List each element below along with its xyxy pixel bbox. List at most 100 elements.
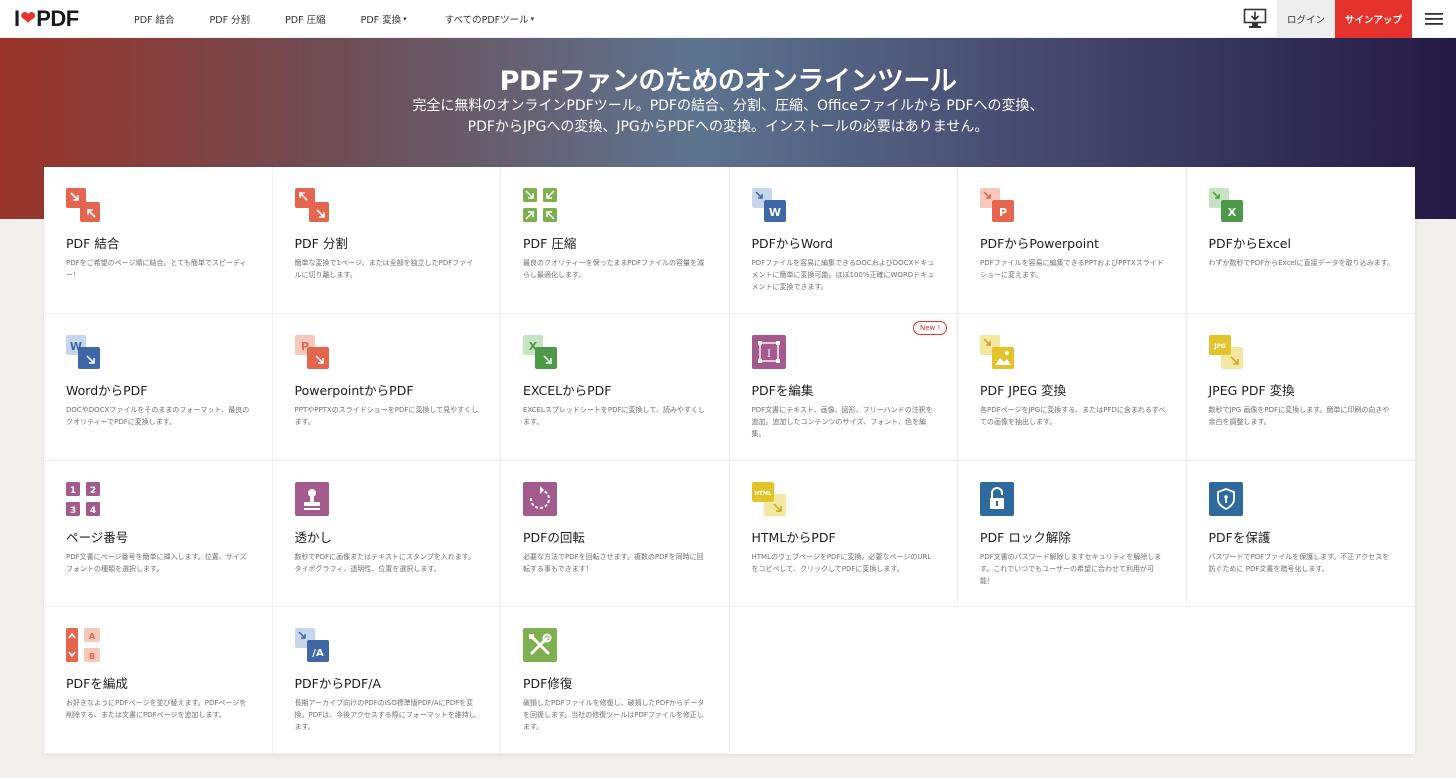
tool-description: PDF文書のパスワード解除しますセキュリティを解除します。これでいつでもユーザー… (980, 553, 1162, 585)
tool-card-unlock[interactable]: PDF ロック解除 PDF文書のパスワード解除しますセキュリティを解除します。こ… (958, 461, 1187, 607)
tool-title: JPEG PDF 変換 (1208, 383, 1295, 398)
tool-title: PDFを編成 (66, 676, 128, 691)
svg-text:P: P (999, 206, 1007, 219)
tool-card-split[interactable]: PDF 分割 簡単な変換で1ページ、または全部を独立したPDFファイルに切り離し… (272, 167, 501, 314)
tool-title: 透かし (294, 530, 333, 545)
rotate-icon (523, 482, 557, 516)
tool-card-pdf-to-excel[interactable]: X PDFからExcel わずか数秒でPDFからExcelに直接データを取り込み… (1186, 167, 1415, 314)
unlock-icon (980, 482, 1014, 516)
heart-icon: ❤ (20, 8, 36, 28)
tool-card-page-numbers[interactable]: 1 2 3 4 ページ番号 PDF文書にページ番号を簡単に挿入します。位置、サイズフォ… (44, 461, 273, 607)
split-icon (294, 188, 329, 222)
tool-description: 必要な方法でPDFを回転させます。複数のPDFを同時に回転する事もできます！ (523, 553, 704, 573)
tool-title: ページ番号 (66, 530, 129, 545)
caret-down-icon: ▾ (530, 14, 535, 23)
nav-split[interactable]: PDF 分割 (210, 0, 251, 38)
repair-icon (523, 628, 557, 662)
svg-text:/A: /A (312, 648, 324, 659)
hero-subtitle: 完全に無料のオンラインPDFツール。PDFの結合、分割、圧縮、Officeファイ… (412, 98, 1044, 135)
excel-to-pdf-icon: X (523, 335, 557, 369)
tool-card-watermark[interactable]: 透かし 数秒でPDFに画像またはテキストにスタンプを入れます。タイポグラフィ、透… (272, 461, 501, 607)
nav-all-tools-dropdown[interactable]: すべてのPDFツール ▾ (445, 0, 534, 38)
tool-card-compress[interactable]: PDF 圧縮 最良のクオリティーを保ったままPDFファイルの容量を減らし最適化し… (501, 167, 730, 314)
tool-title: EXCELからPDF (523, 383, 612, 398)
tool-title: PDFからPDF/A (294, 676, 381, 691)
tool-description: PDFファイルを容易に編集できるDOCおよびDOCXドキュメントに簡単に変換可能… (751, 259, 935, 291)
logo-letter: I (14, 5, 20, 31)
tool-description: パスワードでPDFファイルを保護します。不正アクセスを防ぐために PDF文書を暗… (1208, 553, 1390, 573)
tool-title: PDF JPEG 変換 (980, 383, 1067, 398)
tool-title: PDFの回転 (523, 530, 585, 545)
tool-title: PDFからExcel (1208, 236, 1291, 251)
tool-description: 破損したPDFファイルを修復し、破損したPDFからデータを回復します。当社の修復… (523, 699, 705, 731)
tool-description: DOCやDOCXファイルをそのままのフォーマット、最良のクオリティーでPDFに変… (66, 406, 250, 426)
tool-description: 最良のクオリティーを保ったままPDFファイルの容量を減らし最適化します。 (523, 259, 705, 279)
desktop-download-icon[interactable] (1233, 0, 1277, 38)
tool-description: PDF文書にページ番号を簡単に挿入します。位置、サイズフォントの種類を選択します… (66, 553, 247, 573)
tool-card-repair[interactable]: PDF修復 破損したPDFファイルを修復し、破損したPDFからデータを回復します… (501, 607, 730, 754)
tool-description: PPTやPPTXのスライドショーをPDFに変換して見やすくします。 (294, 406, 479, 426)
tool-description: EXCELスプレッドシートをPDFに変換して、読みやすくします。 (523, 406, 705, 426)
hamburger-menu-icon[interactable] (1412, 0, 1456, 38)
edit-pdf-icon: I (751, 335, 786, 369)
tool-card-excel-to-pdf[interactable]: X EXCELからPDF EXCELスプレッドシートをPDFに変換して、読みやす… (501, 314, 730, 461)
svg-text:A: A (89, 632, 96, 641)
tool-title: PDF ロック解除 (980, 530, 1071, 545)
svg-text:X: X (529, 340, 538, 353)
tool-card-edit-pdf[interactable]: I PDFを編集 PDF文書にテキスト、画像、図形、フリーハンドの注釈を追加。追… (729, 314, 958, 461)
svg-text:HTML: HTML (754, 491, 772, 497)
logo-text: PDF (36, 5, 79, 31)
caret-down-icon: ▾ (403, 14, 407, 23)
nav-compress[interactable]: PDF 圧縮 (285, 0, 326, 38)
tool-title: WordからPDF (66, 383, 148, 398)
tools-grid: PDF 結合 PDFをご希望のページ順に結合。とても簡単でスピーディー！ PDF… (44, 167, 1415, 754)
tool-card-rotate[interactable]: PDFの回転 必要な方法でPDFを回転させます。複数のPDFを同時に回転する事も… (501, 461, 730, 607)
tool-card-pdf-to-pdfa[interactable]: /A PDFからPDF/A 長期アーカイブ向けのPDFのISO標準版PDF/Aに… (272, 607, 501, 754)
svg-text:W: W (768, 206, 780, 219)
svg-text:2: 2 (90, 486, 96, 496)
pdf-to-excel-icon: X (1208, 188, 1243, 222)
tool-card-merge[interactable]: PDF 結合 PDFをご希望のページ順に結合。とても簡単でスピーディー！ (44, 167, 273, 314)
svg-text:JPG: JPG (1213, 343, 1226, 350)
signup-button[interactable]: サインアップ (1335, 0, 1412, 38)
nav-merge[interactable]: PDF 結合 (134, 0, 175, 38)
tool-card-word-to-pdf[interactable]: W WordからPDF DOCやDOCXファイルをそのままのフォーマット、最良の… (44, 314, 273, 461)
tool-card-protect[interactable]: PDFを保護 パスワードでPDFファイルを保護します。不正アクセスを防ぐために … (1186, 461, 1415, 607)
tool-card-pdf-to-powerpoint[interactable]: P PDFからPowerpoint PDFファイルを容易に編集できるPPTおよび… (958, 167, 1187, 314)
tool-card-jpg-to-pdf[interactable]: JPG JPEG PDF 変換 数秒でJPG 画像をPDFに変換します。簡単に印… (1186, 314, 1415, 461)
tool-description: PDFファイルを容易に編集できるPPTおよびPPTXスライドショーに変えます。 (980, 259, 1164, 279)
tool-card-html-to-pdf[interactable]: HTML HTMLからPDF HTMLのウェブページをPDFに変換。必要なページ… (729, 461, 958, 607)
merge-icon (66, 188, 100, 222)
top-navbar: I ❤ PDF PDF 結合 PDF 分割 PDF 圧縮 PDF 変換 ▾ すべてのP… (0, 0, 1456, 38)
tool-title: PDF 圧縮 (523, 236, 577, 251)
tool-title: PDFからWord (751, 236, 833, 251)
login-button[interactable]: ログイン (1277, 0, 1335, 38)
tool-card-pdf-to-jpg[interactable]: PDF JPEG 変換 各PDFページをJPGに変換する、またはPFDに含まれる… (958, 314, 1187, 461)
tool-title: PDFからPowerpoint (980, 236, 1100, 251)
tool-card-pdf-to-word[interactable]: W PDFからWord PDFファイルを容易に編集できるDOCおよびDOCXドキ… (729, 167, 958, 314)
tool-description: PDFをご希望のページ順に結合。とても簡単でスピーディー！ (66, 259, 247, 279)
nav-links: PDF 結合 PDF 分割 PDF 圧縮 PDF 変換 ▾ すべてのPDFツール ▾ (110, 0, 534, 38)
new-badge: New ! (913, 321, 948, 335)
tool-card-organize[interactable]: AB PDFを編成 お好きなようにPDFページを並び替えます。PDFページを削除… (44, 607, 273, 754)
compress-icon (523, 188, 557, 222)
svg-text:1: 1 (70, 486, 76, 496)
nav-convert-dropdown[interactable]: PDF 変換 ▾ (361, 0, 407, 38)
svg-text:X: X (1227, 206, 1236, 219)
svg-text:B: B (89, 652, 95, 661)
tool-title: PowerpointからPDF (294, 383, 414, 398)
tool-title: HTMLからPDF (751, 530, 836, 545)
svg-text:4: 4 (90, 506, 96, 516)
word-to-pdf-icon: W (66, 335, 100, 369)
tool-description: 長期アーカイブ向けのPDFのISO標準版PDF/AにPDFを変換。PDFは、今後… (294, 699, 476, 731)
html-to-pdf-icon: HTML (751, 482, 786, 516)
tool-description: PDF文書にテキスト、画像、図形、フリーハンドの注釈を追加。追加したコンテンツの… (751, 406, 933, 438)
ilovepdf-logo[interactable]: I ❤ PDF (0, 0, 110, 38)
svg-text:I: I (767, 349, 771, 360)
tool-description: 数秒でPDFに画像またはテキストにスタンプを入れます。タイポグラフィ、透明性、位… (294, 553, 476, 573)
tool-title: PDFを編集 (751, 383, 814, 398)
nav-right: ログイン サインアップ (1233, 0, 1456, 38)
tool-description: HTMLのウェブページをPDFに変換。必要なページのURLをコピペして、クリック… (751, 553, 932, 573)
organize-icon: AB (66, 628, 100, 662)
tool-card-powerpoint-to-pdf[interactable]: P PowerpointからPDF PPTやPPTXのスライドショーをPDFに変… (272, 314, 501, 461)
